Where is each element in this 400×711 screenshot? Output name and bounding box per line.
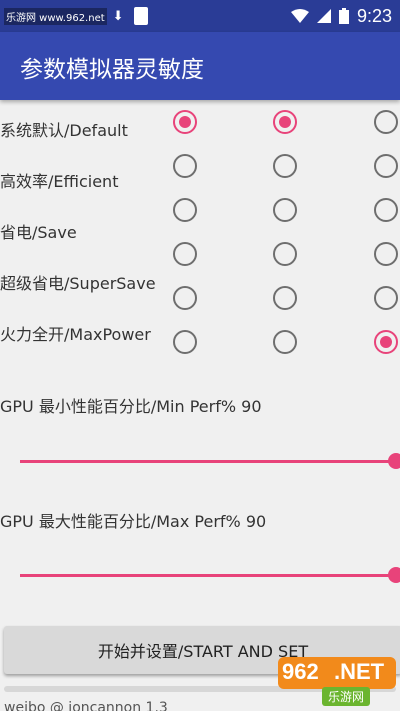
radio-col3-row1[interactable] [374,110,398,134]
watermark-text: 乐游网 www.962.net [4,7,107,25]
status-bar: 乐游网 www.962.net ⬇ 9:23 [0,0,400,32]
signal-icon [316,9,331,23]
app-icon [133,7,148,25]
radio-col2-row3[interactable] [273,198,297,222]
logo-subtext: 乐游网 [322,687,371,706]
app-bar: 参数模拟器灵敏度 [0,32,400,100]
status-right: 9:23 [290,0,392,32]
download-icon: ⬇ [112,8,124,24]
mode-label-efficient: 高效率/Efficient [0,172,119,191]
radio-col1-row2[interactable] [173,154,197,178]
radio-col2-row4[interactable] [273,242,297,266]
radio-col3-row4[interactable] [374,242,398,266]
radio-col1-row5[interactable] [173,286,197,310]
radio-col3-row5[interactable] [374,286,398,310]
radio-col2-row2[interactable] [273,154,297,178]
radio-col2-row1[interactable] [273,110,297,134]
radio-col3-row6[interactable] [374,330,398,354]
watermark-logo: 962 .NET 乐游网 [278,657,396,707]
gpu-max-slider-thumb[interactable] [388,567,400,583]
logo-box: 962 .NET [278,657,396,689]
radio-col3-row3[interactable] [374,198,398,222]
radio-col1-row3[interactable] [173,198,197,222]
mode-label-maxpower: 火力全开/MaxPower [0,325,151,344]
gpu-min-slider-thumb[interactable] [388,453,400,469]
mode-label-supersave: 超级省电/SuperSave [0,274,156,293]
gpu-min-slider-track[interactable] [20,460,396,463]
footer-credit: weibo @ joncannon 1.3 [4,700,168,711]
mode-label-default: 系统默认/Default [0,121,128,140]
wifi-icon [290,9,309,23]
gpu-max-slider-track[interactable] [20,574,396,577]
radio-col2-row5[interactable] [273,286,297,310]
radio-col1-row6[interactable] [173,330,197,354]
logo-number: 962 [282,659,319,684]
status-left: 乐游网 www.962.net ⬇ [4,0,148,32]
gpu-max-label: GPU 最大性能百分比/Max Perf% 90 [0,512,267,531]
radio-col1-row4[interactable] [173,242,197,266]
radio-col1-row1[interactable] [173,110,197,134]
mode-label-save: 省电/Save [0,223,77,242]
gpu-min-label: GPU 最小性能百分比/Min Perf% 90 [0,397,262,416]
logo-suffix: .NET [334,659,385,684]
battery-icon [338,8,349,24]
app-title: 参数模拟器灵敏度 [20,57,204,83]
radio-col3-row2[interactable] [374,154,398,178]
status-time: 9:23 [356,5,392,26]
radio-col2-row6[interactable] [273,330,297,354]
